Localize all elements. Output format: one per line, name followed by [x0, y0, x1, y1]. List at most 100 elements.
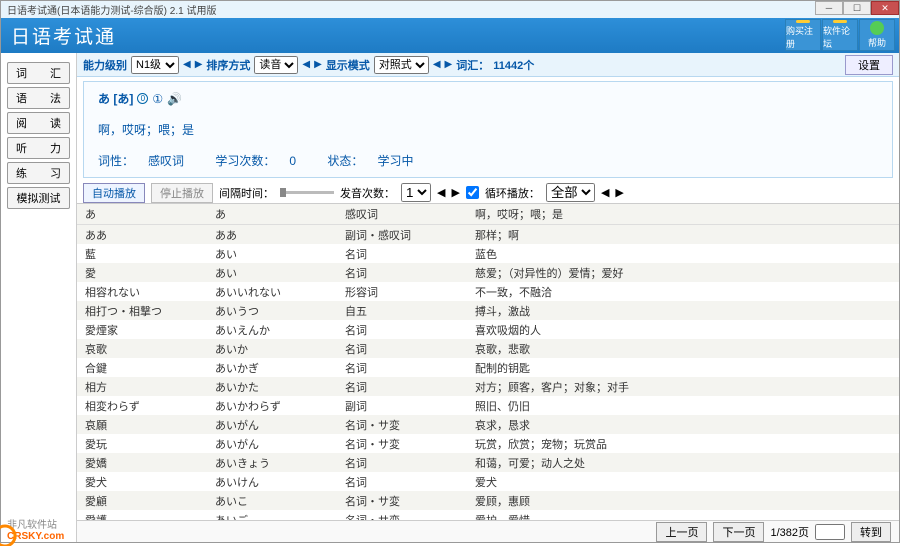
table-cell: 愛玩 [77, 434, 207, 453]
table-cell: あい [207, 244, 337, 263]
table-cell: 名词 [337, 472, 467, 491]
table-cell: あいか [207, 339, 337, 358]
level-select[interactable]: N1级 [131, 56, 179, 74]
interval-slider[interactable] [280, 191, 334, 194]
playcount-next-icon[interactable]: ▶ [451, 186, 459, 199]
table-cell: 名词 [337, 377, 467, 396]
table-cell: 名词 [337, 358, 467, 377]
sidebar-item-vocab[interactable]: 词 汇 [7, 62, 70, 84]
stop-button[interactable]: 停止播放 [151, 183, 213, 203]
table-row[interactable]: 哀歌あいか名词哀歌，悲歌 [77, 339, 899, 358]
window-titlebar: 日语考试通(日本语能力测试-综合版) 2.1 试用版 ─ ☐ ✕ [1, 1, 899, 18]
table-cell: 感叹词 [337, 204, 467, 225]
table-row[interactable]: ああああ副词・感叹词那样；啊 [77, 225, 899, 245]
buy-register-button[interactable]: 购买注册 [785, 19, 821, 51]
filter-toolbar: 能力级别 N1级 ◀▶ 排序方式 读音 ◀▶ 显示模式 对照式 ◀▶ 词汇： 1… [77, 53, 899, 77]
table-cell: あいがん [207, 434, 337, 453]
table-cell: 愛顧 [77, 491, 207, 510]
table-row[interactable]: 愛玩あいがん名词・サ変玩赏，欣赏；宠物；玩赏品 [77, 434, 899, 453]
sort-next-icon[interactable]: ▶ [314, 59, 322, 70]
view-select[interactable]: 对照式 [374, 56, 429, 74]
level-prev-icon[interactable]: ◀ [183, 59, 191, 70]
sidebar-item-practice[interactable]: 练 习 [7, 162, 70, 184]
loop-prev-icon[interactable]: ◀ [601, 186, 609, 199]
view-next-icon[interactable]: ▶ [445, 59, 453, 70]
page-input[interactable] [815, 524, 845, 540]
maximize-button[interactable]: ☐ [843, 1, 871, 15]
table-row[interactable]: 哀願あいがん名词・サ変哀求，恳求 [77, 415, 899, 434]
table-cell: 名词 [337, 244, 467, 263]
table-cell: 名词 [337, 339, 467, 358]
sidebar-item-mock[interactable]: 模拟测试 [7, 187, 70, 209]
table-cell: 不一致，不融洽 [467, 282, 899, 301]
vocab-table-wrap[interactable]: ああ感叹词啊，哎呀；喂；是ああああ副词・感叹词那样；啊藍あい名词蓝色愛あい名词慈… [77, 204, 899, 520]
table-row[interactable]: 愛護あいご名词・サ変爱护，爱惜 [77, 510, 899, 520]
table-cell: ああ [77, 225, 207, 245]
table-cell: あいがん [207, 415, 337, 434]
sidebar-item-listening[interactable]: 听 力 [7, 137, 70, 159]
table-cell: ああ [207, 225, 337, 245]
page-position: 1/382页 [770, 524, 809, 540]
table-row[interactable]: 藍あい名词蓝色 [77, 244, 899, 263]
table-row[interactable]: 愛嬌あいきょう名词和蔼，可爱；动人之处 [77, 453, 899, 472]
table-row[interactable]: 愛顧あいこ名词・サ変爱顾，惠顾 [77, 491, 899, 510]
table-cell: 搏斗，激战 [467, 301, 899, 320]
cart-icon [796, 20, 810, 23]
table-cell: 自五 [337, 301, 467, 320]
goto-page-button[interactable]: 转到 [851, 522, 891, 542]
settings-button[interactable]: 设置 [845, 55, 893, 75]
table-row[interactable]: 愛あい名词慈爱；（对异性的）爱情；爱好 [77, 263, 899, 282]
table-row[interactable]: 相容れないあいいれない形容词不一致，不融洽 [77, 282, 899, 301]
word-meta: 词性：感叹词 学习次数：0 状态：学习中 [98, 152, 878, 169]
playcount-select[interactable]: 1 [401, 183, 431, 202]
table-cell: あいいれない [207, 282, 337, 301]
table-cell: 爱顾，惠顾 [467, 491, 899, 510]
table-row[interactable]: 相変わらずあいかわらず副词照旧、仍旧 [77, 396, 899, 415]
loop-next-icon[interactable]: ▶ [615, 186, 623, 199]
table-cell: あい [207, 263, 337, 282]
table-cell: 愛 [77, 263, 207, 282]
next-page-button[interactable]: 下一页 [713, 522, 764, 542]
sidebar-item-reading[interactable]: 阅 读 [7, 112, 70, 134]
playback-bar: 自动播放 停止播放 间隔时间： 发音次数： 1 ◀▶ 循环播放： 全部 ◀▶ [77, 182, 899, 204]
table-cell: 爱护，爱惜 [467, 510, 899, 520]
table-cell: 形容词 [337, 282, 467, 301]
loop-select[interactable]: 全部 [546, 183, 595, 202]
table-cell: あいかわらず [207, 396, 337, 415]
close-button[interactable]: ✕ [871, 1, 899, 15]
forum-button[interactable]: 软件论坛 [822, 19, 858, 51]
playcount-prev-icon[interactable]: ◀ [437, 186, 445, 199]
help-icon [870, 21, 884, 35]
table-cell: 照旧、仍旧 [467, 396, 899, 415]
table-row[interactable]: 合鍵あいかぎ名词配制的钥匙 [77, 358, 899, 377]
autoplay-button[interactable]: 自动播放 [83, 183, 145, 203]
word-meaning: 啊，哎呀；喂；是 [98, 121, 878, 138]
view-label: 显示模式 [326, 57, 370, 73]
table-row[interactable]: 愛煙家あいえんか名词喜欢吸烟的人 [77, 320, 899, 339]
sort-label: 排序方式 [206, 57, 250, 73]
window-controls: ─ ☐ ✕ [815, 1, 899, 15]
table-cell: 名词・サ変 [337, 415, 467, 434]
sidebar-item-grammar[interactable]: 语 法 [7, 87, 70, 109]
loop-checkbox[interactable] [466, 186, 479, 199]
sound-icon[interactable]: 🔊 [167, 92, 182, 106]
table-cell: あいかぎ [207, 358, 337, 377]
sort-select[interactable]: 读音 [254, 56, 298, 74]
table-cell: 愛嬌 [77, 453, 207, 472]
table-cell: 慈爱；（对异性的）爱情；爱好 [467, 263, 899, 282]
table-row[interactable]: 相方あいかた名词对方；顾客，客户；对象；对手 [77, 377, 899, 396]
table-cell: 合鍵 [77, 358, 207, 377]
table-cell: 配制的钥匙 [467, 358, 899, 377]
forum-icon [833, 20, 847, 23]
level-next-icon[interactable]: ▶ [195, 59, 203, 70]
app-title: 日语考试通 [11, 22, 116, 49]
sort-prev-icon[interactable]: ◀ [302, 59, 310, 70]
table-cell: あいえんか [207, 320, 337, 339]
view-prev-icon[interactable]: ◀ [433, 59, 441, 70]
table-cell: 哀願 [77, 415, 207, 434]
table-row[interactable]: 愛犬あいけん名词爱犬 [77, 472, 899, 491]
minimize-button[interactable]: ─ [815, 1, 843, 15]
table-row[interactable]: 相打つ・相撃つあいうつ自五搏斗，激战 [77, 301, 899, 320]
prev-page-button[interactable]: 上一页 [656, 522, 707, 542]
help-button[interactable]: 帮助 [859, 19, 895, 51]
